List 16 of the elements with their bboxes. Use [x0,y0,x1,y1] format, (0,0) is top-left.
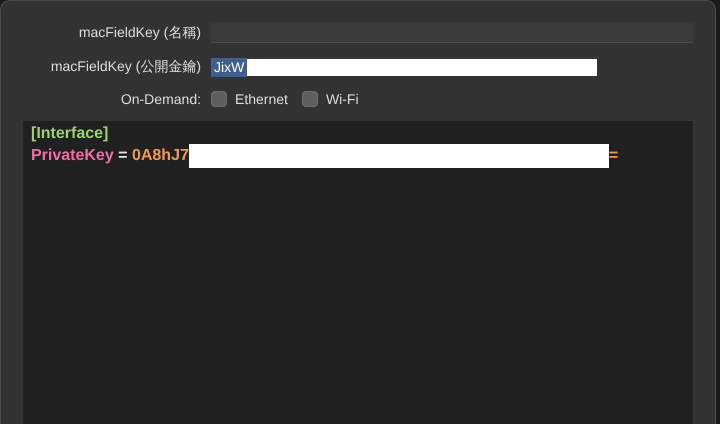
field-label: macFieldKey (公開金鑰) [50,58,201,76]
field-label: macFieldKey (名稱) [78,24,201,42]
config-key: PrivateKey [31,147,114,165]
on-demand-label: On-Demand: [120,91,201,107]
section-header: [Interface] [31,125,108,143]
field-value: JixW [211,58,248,76]
config-editor[interactable]: [Interface] PrivateKey = 0A8hJ7 = [23,121,693,424]
checkbox[interactable] [211,91,227,107]
checkbox[interactable] [302,91,318,107]
text-field[interactable]: JixW [211,57,693,77]
checkbox-label[interactable]: Ethernet [235,91,288,107]
config-value: = [608,147,618,165]
equals-sign: = [117,147,129,165]
checkbox-label[interactable]: Wi-Fi [326,91,359,107]
config-value: 0A8hJ7 [132,147,189,165]
text-field[interactable] [211,23,693,43]
